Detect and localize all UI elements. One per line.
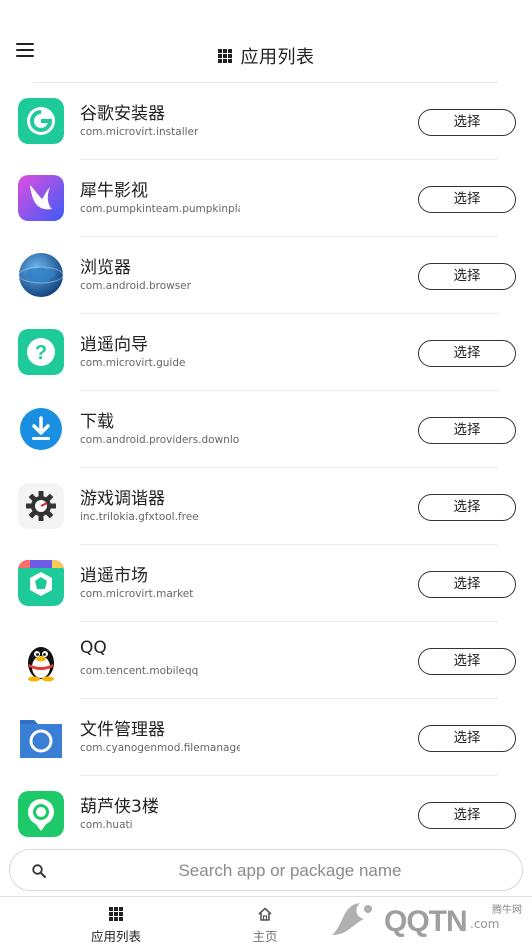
select-button[interactable]: 选择 (418, 340, 516, 367)
list-item: ? 逍遥向导 com.microvirt.guide 选择 (0, 314, 532, 391)
app-package: com.tencent.mobileqq (80, 665, 199, 677)
gourd-icon (18, 791, 64, 837)
help-question-icon: ? (18, 329, 64, 375)
tab-label: 主页 (252, 929, 278, 944)
app-package: com.cyanogenmod.filemanager (80, 742, 240, 754)
globe-icon (18, 252, 64, 298)
list-item: 文件管理器 com.cyanogenmod.filemanager 选择 (0, 699, 532, 776)
list-item: QQ com.tencent.mobileqq 选择 (0, 622, 532, 699)
app-package: com.microvirt.installer (80, 126, 199, 138)
app-package: com.microvirt.guide (80, 357, 186, 369)
market-bag-icon (18, 560, 64, 606)
rhino-video-icon (18, 175, 64, 221)
app-package: com.android.providers.downloads (80, 434, 240, 446)
watermark-big-text: QQTN (384, 905, 468, 938)
select-button[interactable]: 选择 (418, 186, 516, 213)
folder-icon (18, 714, 64, 760)
app-name: 逍遥市场 (80, 566, 148, 586)
app-name: 犀牛影视 (80, 181, 148, 201)
search-icon (32, 863, 46, 878)
select-button[interactable]: 选择 (418, 494, 516, 521)
app-name: QQ (80, 638, 107, 658)
select-button[interactable]: 选择 (418, 802, 516, 829)
app-name: 谷歌安装器 (80, 104, 165, 124)
app-package: com.android.browser (80, 280, 191, 292)
gear-tuner-icon (18, 483, 64, 529)
list-item: 葫芦侠3楼 com.huati 选择 (0, 776, 532, 853)
list-item: 逍遥市场 com.microvirt.market 选择 (0, 545, 532, 622)
app-package: inc.trilokia.gfxtool.free (80, 511, 199, 523)
list-item: 浏览器 com.android.browser 选择 (0, 237, 532, 314)
watermark-swirl-icon (332, 903, 372, 935)
app-name: 下载 (80, 412, 114, 432)
grid-icon (108, 906, 124, 922)
select-button[interactable]: 选择 (418, 417, 516, 444)
search-bar (9, 849, 523, 891)
app-name: 游戏调谐器 (80, 489, 165, 509)
watermark-logo: 腾牛网 QQTN .com (322, 893, 532, 946)
svg-text:?: ? (35, 342, 47, 364)
app-package: com.pumpkinteam.pumpkinplay (80, 203, 240, 215)
google-installer-icon (18, 98, 64, 144)
tab-app-list[interactable]: 应用列表 (56, 897, 176, 946)
app-name: 浏览器 (80, 258, 131, 278)
app-name: 逍遥向导 (80, 335, 148, 355)
select-button[interactable]: 选择 (418, 648, 516, 675)
download-icon (18, 406, 64, 452)
page-title-area: 应用列表 (0, 38, 532, 68)
list-item: 游戏调谐器 inc.trilokia.gfxtool.free 选择 (0, 468, 532, 545)
search-input[interactable] (70, 857, 510, 885)
app-package: com.huati (80, 819, 133, 831)
tab-label: 应用列表 (90, 929, 141, 944)
watermark-suffix: .com (470, 917, 500, 931)
app-name: 文件管理器 (80, 720, 165, 740)
qq-penguin-icon (18, 637, 64, 683)
list-item: 下载 com.android.providers.downloads 选择 (0, 391, 532, 468)
list-item: 犀牛影视 com.pumpkinteam.pumpkinplay 选择 (0, 160, 532, 237)
watermark-small-text: 腾牛网 (492, 905, 522, 916)
select-button[interactable]: 选择 (418, 571, 516, 598)
grid-icon (217, 49, 232, 63)
page-title: 应用列表 (240, 47, 315, 68)
home-icon (257, 906, 273, 922)
app-name: 葫芦侠3楼 (80, 797, 159, 817)
select-button[interactable]: 选择 (418, 263, 516, 290)
tab-home[interactable]: 主页 (205, 897, 325, 946)
list-item: 谷歌安装器 com.microvirt.installer 选择 (0, 83, 532, 160)
select-button[interactable]: 选择 (418, 725, 516, 752)
app-package: com.microvirt.market (80, 588, 194, 600)
select-button[interactable]: 选择 (418, 109, 516, 136)
